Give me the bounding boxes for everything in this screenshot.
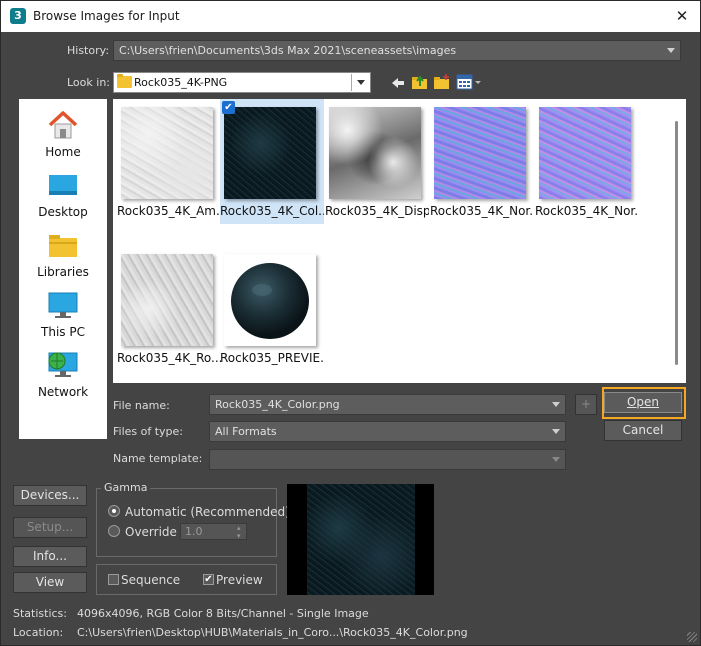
home-icon [48,111,78,139]
gamma-title: Gamma [101,481,151,494]
statistics-label: Statistics: [13,607,67,620]
place-this-pc[interactable]: This PC [19,285,107,345]
history-label: History: [67,44,110,57]
thumbnail-color [224,107,316,199]
file-caption: Rock035_PREVIE... [220,351,324,365]
libraries-icon [49,235,77,257]
place-network[interactable]: Network [19,345,107,405]
new-folder-icon[interactable] [433,73,451,91]
file-caption: Rock035_4K_Nor... [430,204,534,218]
thumbnail-ambient-occlusion [121,107,213,199]
file-caption: Rock035_4K_Ro... [117,351,221,365]
file-name-value: Rock035_4K_Color.png [215,398,340,411]
preview-sphere-image [231,263,309,339]
name-template-label: Name template: [113,452,203,465]
file-thumbnail-view: Rock035_4K_Am... ✔ Rock035_4K_Col... Roc… [113,99,686,383]
gamma-override-radio[interactable] [108,525,120,537]
network-icon [48,352,78,377]
thumbnail-displacement [329,107,421,199]
open-button[interactable]: Open [604,392,682,413]
chevron-down-icon [552,402,560,407]
chevron-down-icon [667,48,675,53]
preview-label: Preview [216,573,263,587]
vertical-scrollbar[interactable] [675,121,678,365]
file-caption: Rock035_4K_Am... [117,204,221,218]
location-value: C:\Users\frien\Desktop\HUB\Materials_in_… [77,626,468,639]
files-of-type-label: Files of type: [113,425,184,438]
devices-button[interactable]: Devices... [13,485,87,506]
setup-button[interactable]: Setup... [13,517,87,538]
history-value: C:\Users\frien\Documents\3ds Max 2021\sc… [119,44,457,57]
thumbnail-normal [539,107,631,199]
close-icon[interactable]: ✕ [670,4,694,28]
cancel-button[interactable]: Cancel [604,420,682,441]
resize-grip[interactable] [687,632,697,642]
name-template-dropdown[interactable] [209,449,566,470]
dropdown-divider [351,74,352,91]
file-item[interactable]: Rock035_4K_Nor... [430,99,534,224]
file-name-input[interactable]: Rock035_4K_Color.png [209,394,566,415]
chevron-down-icon [357,80,365,85]
place-libraries[interactable]: Libraries [19,225,107,285]
look-in-dropdown[interactable]: Rock035_4K-PNG [113,72,371,93]
add-filename-button[interactable]: + [575,394,597,415]
place-label: Home [45,145,81,159]
location-label: Location: [13,626,64,639]
place-label: Network [37,385,89,399]
place-home[interactable]: Home [19,105,107,165]
file-name-label: File name: [113,399,170,412]
place-label: Libraries [37,265,89,279]
file-item[interactable]: Rock035_PREVIE... [220,246,324,371]
look-in-value: Rock035_4K-PNG [134,76,228,89]
selected-check-icon: ✔ [222,101,235,114]
gamma-automatic-radio[interactable] [108,505,120,517]
gamma-override-label: Override [125,525,177,539]
file-caption: Rock035_4K_Col... [220,204,324,218]
file-item-selected[interactable]: ✔ Rock035_4K_Col... [220,99,324,224]
sequence-checkbox[interactable] [108,574,119,585]
thumbnail-roughness [121,254,213,346]
image-preview [287,484,434,595]
folder-icon [117,74,132,88]
files-of-type-dropdown[interactable]: All Formats [209,421,566,442]
place-label: This PC [41,325,85,339]
file-item[interactable]: Rock035_4K_Nor... [535,99,639,224]
thumbnail-normal [434,107,526,199]
this-pc-icon [48,292,78,318]
chevron-down-icon [552,457,560,462]
view-button[interactable]: View [13,572,87,593]
file-caption: Rock035_4K_Nor... [535,204,639,218]
statistics-value: 4096x4096, RGB Color 8 Bits/Channel - Si… [77,607,369,620]
view-menu-icon[interactable] [456,73,482,91]
gamma-automatic-label: Automatic (Recommended) [125,505,290,519]
look-in-label: Look in: [67,76,110,89]
preview-texture [307,484,415,595]
places-sidebar: Home Desktop Libraries This PC Network [19,99,107,439]
history-dropdown[interactable]: C:\Users\frien\Documents\3ds Max 2021\sc… [113,40,681,61]
back-arrow-icon[interactable] [389,74,407,92]
file-item[interactable]: Rock035_4K_Am... [117,99,221,224]
place-label: Desktop [38,205,88,219]
thumbnail-preview [224,254,316,346]
preview-checkbox[interactable]: ✔ [203,574,214,585]
title-bar: 3 Browse Images for Input ✕ [1,1,700,32]
file-item[interactable]: Rock035_4K_Ro... [117,246,221,371]
desktop-icon [49,175,77,195]
window-title: Browse Images for Input [33,9,180,23]
file-item[interactable]: Rock035_4K_Disp... [325,99,429,224]
3dsmax-app-icon: 3 [10,8,26,24]
chevron-down-icon [552,429,560,434]
gamma-override-spinner[interactable]: 1.0 [180,523,247,540]
file-caption: Rock035_4K_Disp... [325,204,429,218]
info-button[interactable]: Info... [13,546,87,567]
files-of-type-value: All Formats [215,425,277,438]
browse-images-dialog: 3 Browse Images for Input ✕ History: C:\… [0,0,701,646]
place-desktop[interactable]: Desktop [19,165,107,225]
sequence-label: Sequence [121,573,181,587]
up-folder-icon[interactable] [411,73,429,91]
